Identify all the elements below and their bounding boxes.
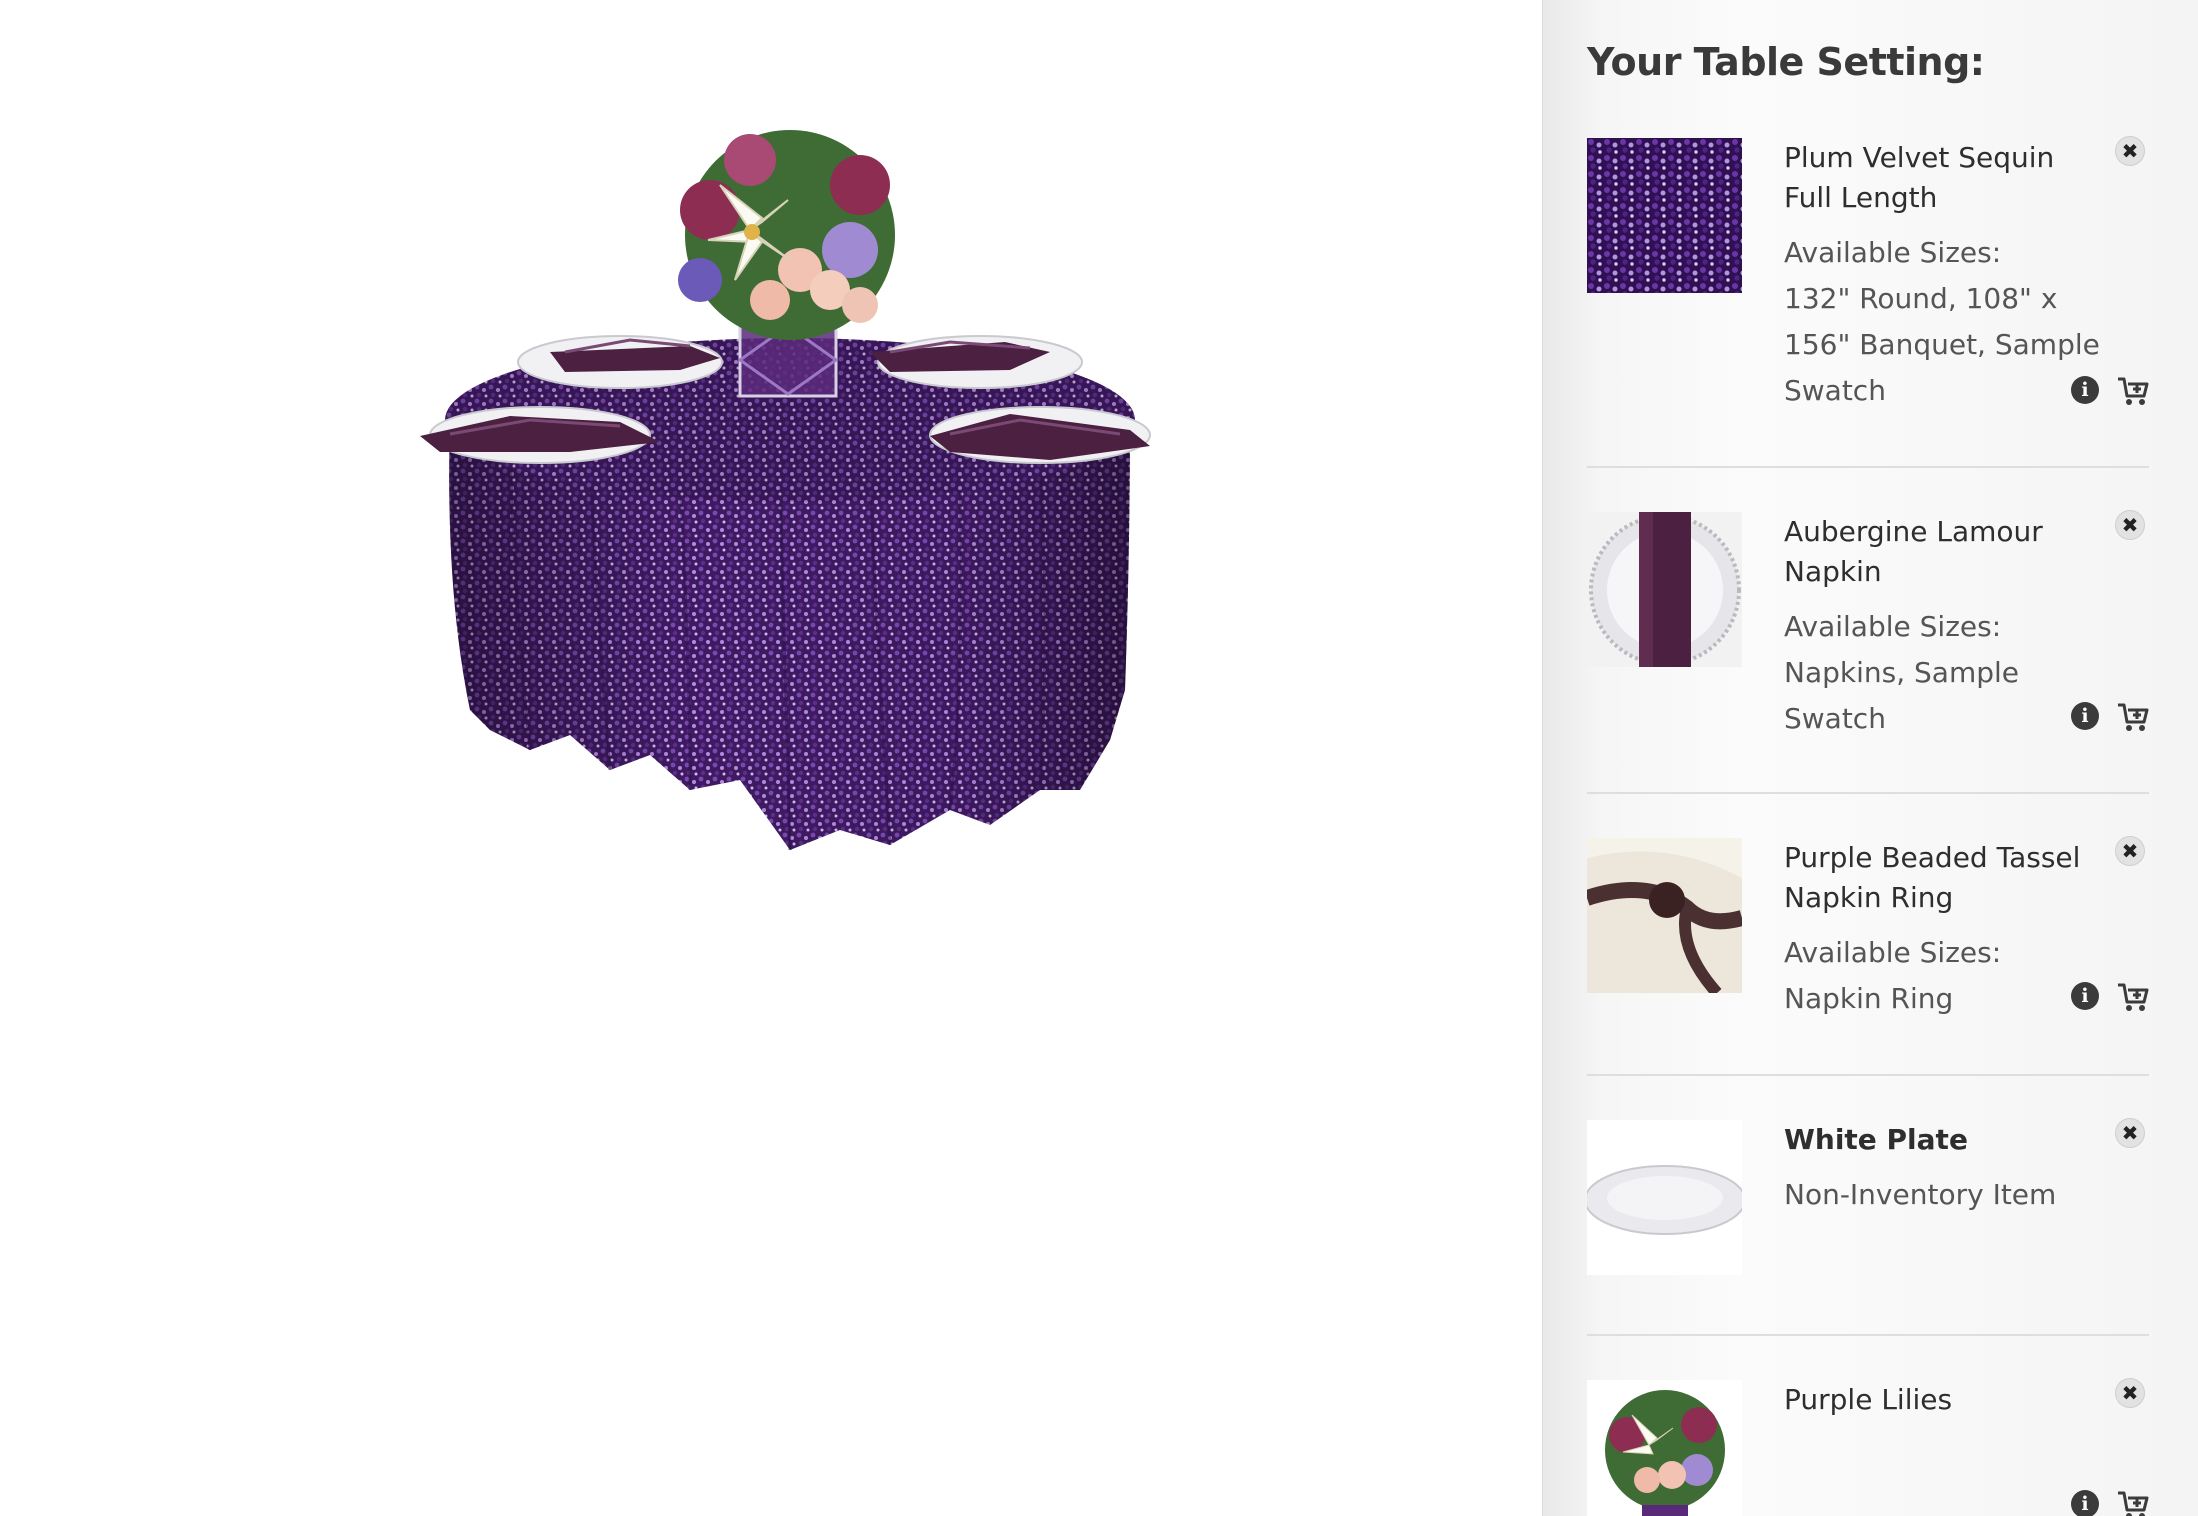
item-sizes: 132" Round, 108" x 156" Banquet, Sample … xyxy=(1784,282,2100,407)
item-divider xyxy=(1587,1074,2149,1076)
remove-item-button[interactable]: ✖ xyxy=(2115,1378,2145,1408)
place-setting-back-left xyxy=(517,335,723,389)
add-to-cart-icon[interactable] xyxy=(2117,376,2149,406)
lily-bouquet-image xyxy=(1587,1380,1742,1516)
white-plate-image xyxy=(1587,1120,1742,1275)
item-name[interactable]: White Plate xyxy=(1784,1120,2104,1160)
info-icon[interactable]: i xyxy=(2071,982,2099,1010)
add-to-cart-icon[interactable] xyxy=(2117,1490,2149,1516)
add-to-cart-icon[interactable] xyxy=(2117,982,2149,1012)
table-setting-illustration xyxy=(420,130,1151,851)
place-setting-front-right xyxy=(929,406,1151,464)
item-divider xyxy=(1587,466,2149,468)
item-thumbnail-aubergine-napkin[interactable] xyxy=(1587,512,1742,667)
napkin-image xyxy=(1587,512,1742,667)
item-name[interactable]: Purple Lilies xyxy=(1784,1380,2104,1420)
item-divider xyxy=(1587,792,2149,794)
item-thumbnail-purple-lilies[interactable] xyxy=(1587,1380,1742,1516)
item-name[interactable]: Aubergine Lamour Napkin xyxy=(1784,512,2104,592)
sequin-fabric-image xyxy=(1587,138,1742,293)
info-icon[interactable]: i xyxy=(2071,376,2099,404)
remove-item-button[interactable]: ✖ xyxy=(2115,836,2145,866)
item-divider xyxy=(1587,1334,2149,1336)
remove-item-button[interactable]: ✖ xyxy=(2115,510,2145,540)
item-name[interactable]: Plum Velvet Sequin Full Length xyxy=(1784,138,2104,218)
table-preview-canvas xyxy=(0,0,1542,1516)
item-thumbnail-napkin-ring[interactable] xyxy=(1587,838,1742,993)
remove-item-button[interactable]: ✖ xyxy=(2115,136,2145,166)
item-name[interactable]: Purple Beaded Tassel Napkin Ring xyxy=(1784,838,2104,918)
centerpiece-bouquet xyxy=(678,130,895,340)
add-to-cart-icon[interactable] xyxy=(2117,702,2149,732)
info-icon[interactable]: i xyxy=(2071,1490,2099,1516)
napkin-ring-image xyxy=(1587,838,1742,993)
item-thumbnail-white-plate[interactable] xyxy=(1587,1120,1742,1275)
info-icon[interactable]: i xyxy=(2071,702,2099,730)
item-note: Non-Inventory Item xyxy=(1784,1178,2057,1211)
item-sizes-label: Available Sizes: xyxy=(1784,236,2002,269)
item-sizes-label: Available Sizes: xyxy=(1784,936,2002,969)
item-sizes-label: Available Sizes: xyxy=(1784,610,2002,643)
table-setting-panel: Your Table Setting: Plum Velvet Sequin F… xyxy=(1542,0,2198,1516)
panel-title: Your Table Setting: xyxy=(1587,40,1985,84)
remove-item-button[interactable]: ✖ xyxy=(2115,1118,2145,1148)
item-thumbnail-plum-sequin[interactable] xyxy=(1587,138,1742,293)
item-sizes: Napkins, Sample Swatch xyxy=(1784,656,2019,735)
item-sizes: Napkin Ring xyxy=(1784,982,1954,1015)
